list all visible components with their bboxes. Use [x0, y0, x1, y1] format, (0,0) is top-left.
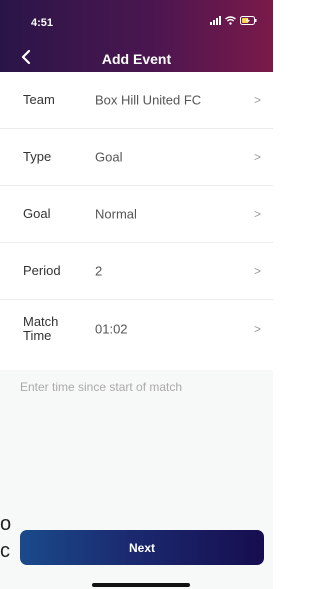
- next-button[interactable]: Next: [20, 530, 264, 565]
- app-header: 4:51 Add Event: [0, 0, 273, 72]
- row-label: Goal: [23, 206, 51, 221]
- chevron-right-icon: >: [253, 264, 261, 278]
- chevron-right-icon: >: [253, 93, 261, 107]
- row-value: Goal: [95, 149, 123, 165]
- home-indicator: [92, 583, 190, 587]
- wifi-icon: [225, 16, 236, 25]
- chevron-right-icon: >: [253, 207, 261, 221]
- help-area: Enter time since start of match o c Next: [0, 370, 273, 589]
- battery-charging-icon: [240, 16, 257, 25]
- row-label: Team: [23, 92, 55, 107]
- row-label: Period: [23, 263, 61, 278]
- signal-icon: [210, 16, 221, 25]
- row-value: Normal: [95, 206, 137, 222]
- row-value: Box Hill United FC: [95, 92, 202, 108]
- row-value: 01:02: [95, 321, 128, 337]
- row-value: 2: [95, 263, 103, 279]
- chevron-right-icon: >: [253, 150, 261, 164]
- status-time: 4:51: [31, 17, 54, 29]
- edge-text-fragment: c: [0, 540, 10, 562]
- team-row[interactable]: Team Box Hill United FC >: [0, 72, 273, 129]
- period-row[interactable]: Period 2 >: [0, 243, 273, 300]
- row-label: Match Time: [23, 314, 59, 343]
- edge-text-fragment: o: [0, 513, 12, 535]
- event-form: Team Box Hill United FC > Type Goal > Go…: [0, 72, 273, 358]
- page-title: Add Event: [101, 51, 172, 67]
- help-text: Enter time since start of match: [20, 380, 183, 394]
- match-time-row[interactable]: Match Time 01:02 >: [0, 300, 273, 358]
- type-row[interactable]: Type Goal >: [0, 129, 273, 186]
- chevron-right-icon: >: [253, 322, 261, 336]
- status-icons: [210, 16, 257, 25]
- goal-row[interactable]: Goal Normal >: [0, 186, 273, 243]
- row-label: Type: [23, 149, 52, 164]
